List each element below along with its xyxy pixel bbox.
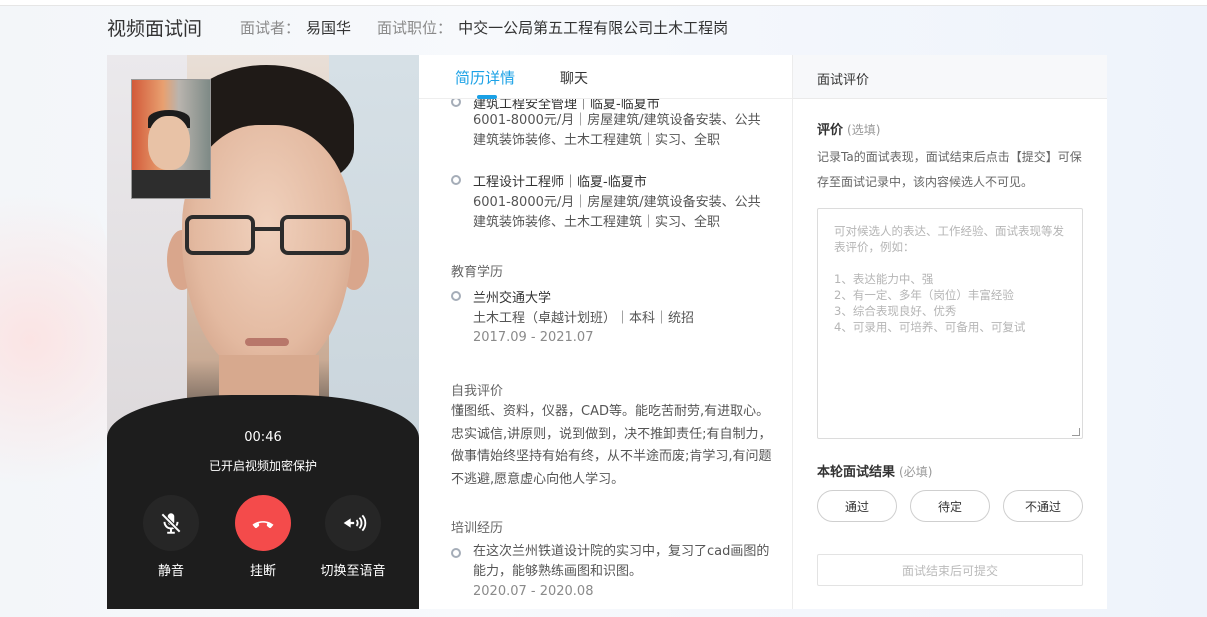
training-text: 在这次兰州铁道设计院的实习中，复习了cad画图的能力，能够熟练画图和识图。: [473, 544, 770, 579]
training-section-title: 培训经历: [451, 521, 504, 536]
tab-resume-detail[interactable]: 简历详情: [455, 67, 515, 88]
page-title: 视频面试间: [107, 17, 203, 40]
required-tag: (必填): [899, 465, 933, 479]
switch-to-voice-button[interactable]: 切换至语音: [308, 495, 398, 579]
resume-tabs: 简历详情 聊天: [419, 55, 792, 99]
mic-off-icon: [160, 512, 182, 534]
remote-video-person: [185, 215, 350, 259]
voice-wave-icon: [343, 514, 367, 532]
job-title: 工程设计工程师｜临夏-临夏市: [473, 175, 647, 190]
timeline-dot: [451, 291, 461, 301]
school-name: 兰州交通大学: [473, 291, 552, 306]
remote-video-person: [245, 338, 289, 346]
position-value: 中交一公局第五工程有限公司土木工程岗: [458, 18, 729, 37]
resume-scroll-area[interactable]: 建筑工程安全管理｜临夏-临夏市 6001-8000元/月｜房屋建筑/建筑设备安装…: [419, 99, 792, 609]
evaluation-note: 记录Ta的面试表现，面试结束后点击【提交】可保存至面试记录中，该内容候选人不可见…: [817, 150, 1082, 189]
result-label-text: 本轮面试结果: [817, 465, 896, 480]
evaluation-label-text: 评价: [817, 123, 844, 138]
call-timer: 00:46: [244, 430, 282, 445]
education-section-title: 教育学历: [451, 265, 504, 280]
tab-chat[interactable]: 聊天: [560, 68, 588, 88]
hangup-phone-icon: [252, 521, 274, 529]
hangup-button[interactable]: 挂断: [218, 495, 308, 579]
evaluation-placeholder: 可对候选人的表达、工作经验、面试表现等发表评价，例如： 1、表达能力中、强 2、…: [834, 224, 1064, 334]
mute-button[interactable]: 静音: [126, 495, 216, 579]
education-date: 2017.09 - 2021.07: [473, 330, 594, 345]
browser-bookmark-bar: [0, 0, 1207, 6]
background-decoration: [0, 150, 120, 530]
textarea-resize-handle[interactable]: [1072, 428, 1080, 436]
result-pass-button[interactable]: 通过: [817, 490, 897, 522]
education-major: 土木工程（卓越计划班）｜本科｜统招: [473, 311, 695, 326]
timeline-dot: [451, 175, 461, 185]
job-desc: 6001-8000元/月｜房屋建筑/建筑设备安装、公共建筑装饰装修、土木工程建筑…: [473, 195, 761, 230]
resume-panel: 简历详情 聊天 建筑工程安全管理｜临夏-临夏市 6001-8000元/月｜房屋建…: [419, 55, 793, 609]
evaluation-panel: 面试评价 评价 (选填) 记录Ta的面试表现，面试结束后点击【提交】可保存至面试记…: [793, 55, 1107, 609]
interviewer-name: 易国华: [306, 18, 352, 37]
switch-voice-label: 切换至语音: [320, 564, 386, 579]
encryption-status: 已开启视频加密保护: [208, 459, 317, 473]
video-panel: 00:46 已开启视频加密保护 静音 挂断 切换至语音: [107, 55, 419, 609]
training-item: 在这次兰州铁道设计院的实习中，复习了cad画图的能力，能够熟练画图和识图。: [451, 544, 771, 588]
training-date: 2020.07 - 2020.08: [473, 584, 594, 599]
position-label: 面试职位：: [377, 18, 453, 37]
result-pending-button[interactable]: 待定: [910, 490, 990, 522]
self-eval-text: 懂图纸、资料，仪器，CAD等。能吃苦耐劳,有进取心。忠实诚信,讲原则，说到做到，…: [451, 404, 772, 487]
evaluation-textarea[interactable]: 可对候选人的表达、工作经验、面试表现等发表评价，例如： 1、表达能力中、强 2、…: [817, 208, 1083, 439]
job-intention-item: 工程设计工程师｜临夏-临夏市 6001-8000元/月｜房屋建筑/建筑设备安装、…: [451, 171, 771, 237]
mute-label: 静音: [157, 564, 184, 579]
submit-button[interactable]: 面试结束后可提交: [817, 554, 1083, 586]
evaluation-header: 面试评价: [793, 55, 1107, 99]
job-desc: 6001-8000元/月｜房屋建筑/建筑设备安装、公共建筑装饰装修、土木工程建筑…: [473, 113, 761, 148]
timeline-dot: [451, 99, 461, 107]
page-header: 视频面试间 面试者： 易国华 面试职位： 中交一公局第五工程有限公司土木工程岗: [107, 12, 754, 42]
active-tab-indicator: [477, 95, 497, 99]
job-intention-item: 建筑工程安全管理｜临夏-临夏市 6001-8000元/月｜房屋建筑/建筑设备安装…: [451, 99, 771, 159]
hangup-label: 挂断: [249, 564, 276, 579]
timeline-dot: [451, 548, 461, 558]
education-item: 兰州交通大学 土木工程（卓越计划班）｜本科｜统招: [451, 287, 771, 357]
result-fail-button[interactable]: 不通过: [1003, 490, 1083, 522]
result-label: 本轮面试结果 (必填): [817, 461, 932, 480]
interviewer-label: 面试者：: [240, 18, 301, 37]
self-eval-section-title: 自我评价: [451, 384, 504, 399]
evaluation-label: 评价 (选填): [817, 119, 880, 138]
local-video-preview[interactable]: [131, 79, 211, 199]
optional-tag: (选填): [847, 123, 881, 137]
